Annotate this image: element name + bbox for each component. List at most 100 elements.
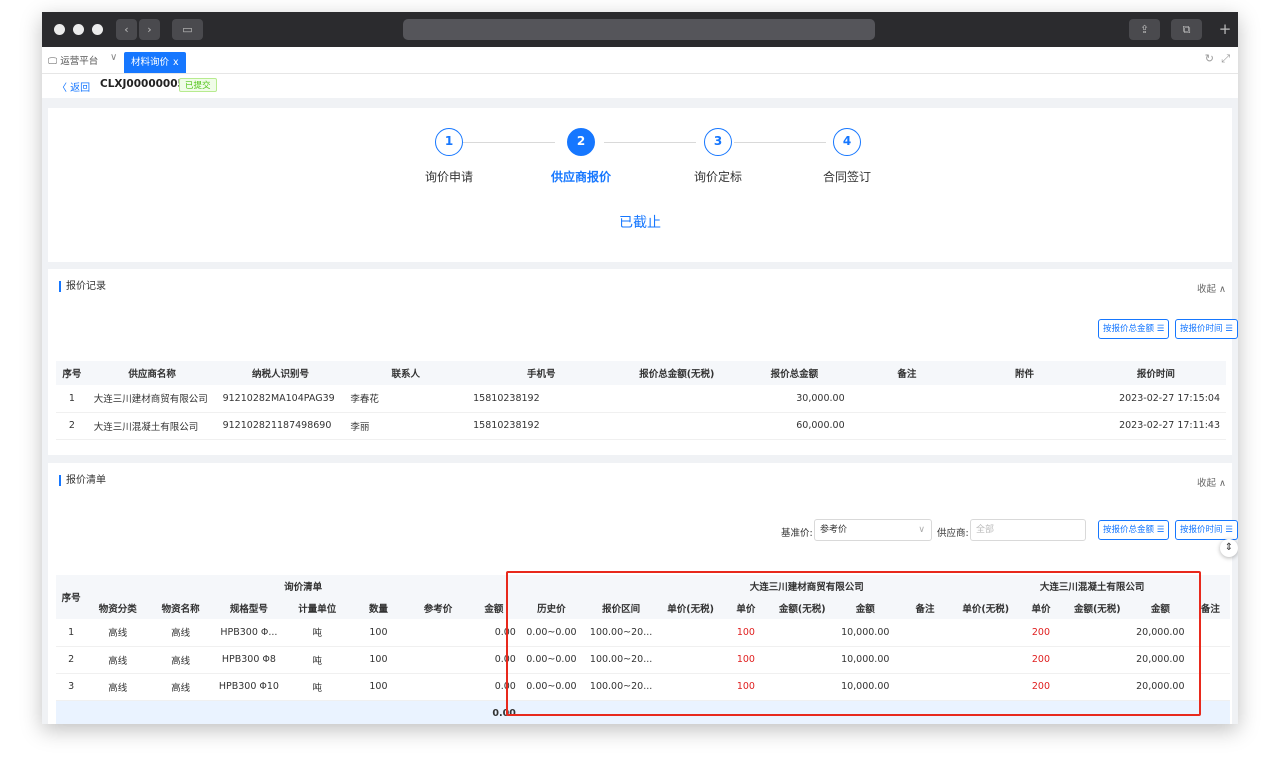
- column-header: 报价总金额: [738, 361, 851, 385]
- cell-note: [1190, 646, 1230, 674]
- column-header: 单价(无税): [659, 597, 723, 619]
- column-header: 物资分类: [86, 597, 150, 619]
- sort-by-time-button[interactable]: 按报价时间 ☰: [1175, 319, 1238, 339]
- scroll-toggle-icon[interactable]: ⇕: [1220, 539, 1238, 557]
- zoom-window-icon[interactable]: [92, 24, 103, 35]
- base-price-label: 基准价:: [781, 528, 813, 539]
- column-header: 数量: [348, 597, 409, 619]
- cell-phone: 15810238192: [467, 412, 616, 440]
- supplier-label: 供应商:: [937, 528, 969, 539]
- column-header: 参考价: [408, 597, 468, 619]
- chevron-down-icon: ∨: [918, 525, 925, 535]
- quote-records-card: 报价记录 收起 ∧ 按报价总金额 ☰ 按报价时间 ☰ 序号 供应商名称 纳税人识…: [48, 269, 1238, 455]
- cell-supplier: 大连三川混凝土有限公司: [87, 412, 217, 440]
- cell-ref-price: [408, 619, 468, 647]
- quote-list-card: 报价清单 收起 ∧ 基准价: 参考价 ∨ 供应商: 全部 按报价总金额 ☰ 按报…: [48, 463, 1238, 724]
- cell-unit-price-no-tax: [659, 673, 723, 701]
- table-row: 1 大连三川建材商贸有限公司 91210282MA104PAG39 李春花 15…: [56, 385, 1226, 413]
- chevron-down-icon[interactable]: ∨: [110, 52, 117, 63]
- column-header: 备注: [850, 361, 964, 385]
- progress-steps: 1 询价申请 2 供应商报价 3 询价定标 4 合同签订 已截止: [48, 108, 1232, 262]
- minimize-window-icon[interactable]: [73, 24, 84, 35]
- sort-by-time-button[interactable]: 按报价时间 ☰: [1175, 520, 1238, 540]
- cell-spec: HPB300 Φ10: [212, 673, 286, 701]
- cell-price-range: 100.00~20...: [582, 673, 660, 701]
- cell-amount: 20,000.00: [1129, 646, 1191, 674]
- cell-amount: 60,000.00: [738, 412, 851, 440]
- quote-list-table: 序号 询价清单 大连三川建材商贸有限公司 大连三川混凝土有限公司 物资分类 物资…: [56, 575, 1230, 724]
- cell-amount-no-tax: [615, 412, 739, 440]
- column-header: 单价(无税): [954, 597, 1018, 619]
- cell-amount: 0.00: [467, 673, 520, 701]
- sort-by-amount-button[interactable]: 按报价总金额 ☰: [1098, 520, 1170, 540]
- cell-attachment: [963, 412, 1086, 440]
- column-header: 备注: [895, 597, 955, 619]
- cell-amount-no-tax: [615, 385, 739, 413]
- cell-amount: 10,000.00: [834, 646, 896, 674]
- column-header: 金额: [467, 597, 520, 619]
- sidebar-icon[interactable]: ▭: [172, 19, 203, 40]
- browser-window: ‹ › ▭ ⇪ ⧉ + 🖵 运营平台 ∨ 材料询价 x ↻ ⤢ 〈 返回 CLXJ…: [42, 12, 1238, 724]
- cell-time: 2023-02-27 17:11:43: [1085, 412, 1226, 440]
- cell-unit-price: 200: [1017, 646, 1065, 674]
- group-header-inquiry: 询价清单: [86, 575, 520, 597]
- supplier-select[interactable]: 全部: [970, 519, 1086, 541]
- share-icon[interactable]: ⇪: [1129, 19, 1160, 40]
- refresh-icon[interactable]: ↻: [1205, 52, 1214, 65]
- step-label: 询价申请: [424, 170, 473, 184]
- cell-unit-price: 100: [722, 619, 770, 647]
- new-tab-button[interactable]: +: [1214, 19, 1236, 40]
- step-number: 3: [704, 128, 732, 156]
- collapse-button[interactable]: 收起 ∧: [1197, 281, 1226, 295]
- cell-spec: HPB300 Φ8: [212, 646, 286, 674]
- address-bar[interactable]: [403, 19, 875, 40]
- chevron-left-icon[interactable]: ‹: [116, 19, 137, 40]
- column-header: 报价时间: [1085, 361, 1226, 385]
- column-header: 金额(无税): [769, 597, 835, 619]
- cell-qty: 100: [348, 646, 409, 674]
- base-price-select[interactable]: 参考价 ∨: [814, 519, 932, 541]
- cell-price-range: 100.00~20...: [582, 619, 660, 647]
- deadline-status: 已截止: [619, 215, 661, 231]
- document-number: CLXJ00000005: [100, 78, 185, 90]
- table-row: 1 高线 高线 HPB300 Φ... 吨 100 0.00 0.00~0.00…: [56, 619, 1230, 647]
- total-amount: 0.00: [467, 700, 520, 724]
- cell-tax-id: 912102821187498690: [216, 412, 345, 440]
- cell-amount: 30,000.00: [738, 385, 851, 413]
- cell-unit-price-no-tax: [954, 619, 1018, 647]
- column-header: 金额(无税): [1064, 597, 1130, 619]
- cell-name: 高线: [149, 673, 213, 701]
- base-price-value: 参考价: [820, 525, 848, 535]
- tab-home[interactable]: 🖵 运营平台: [48, 53, 98, 67]
- cell-unit-price: 100: [722, 646, 770, 674]
- cell-unit: 吨: [285, 646, 349, 674]
- close-window-icon[interactable]: [54, 24, 65, 35]
- close-icon[interactable]: x: [173, 57, 179, 68]
- cell-note: [1190, 673, 1230, 701]
- total-spacer: [56, 700, 468, 724]
- chevron-right-icon[interactable]: ›: [139, 19, 160, 40]
- group-header-blank: [519, 575, 660, 597]
- cell-phone: 15810238192: [467, 385, 616, 413]
- cell-note: [1190, 619, 1230, 647]
- cell-amount-no-tax: [1064, 619, 1130, 647]
- column-header: 单价: [722, 597, 770, 619]
- cell-unit: 吨: [285, 673, 349, 701]
- browser-titlebar: ‹ › ▭ ⇪ ⧉ +: [42, 12, 1238, 47]
- cell-amount: 20,000.00: [1129, 673, 1191, 701]
- collapse-button[interactable]: 收起 ∧: [1197, 475, 1226, 489]
- cell-unit-price-no-tax: [659, 646, 723, 674]
- cell-unit: 吨: [285, 619, 349, 647]
- cell-time: 2023-02-27 17:15:04: [1085, 385, 1226, 413]
- sort-by-amount-button[interactable]: 按报价总金额 ☰: [1098, 319, 1170, 339]
- cell-contact: 李丽: [344, 412, 468, 440]
- fullscreen-icon[interactable]: ⤢: [1221, 52, 1230, 66]
- cell-spec: HPB300 Φ...: [212, 619, 286, 647]
- back-button[interactable]: 〈 返回: [57, 79, 90, 94]
- tab-material-inquiry[interactable]: 材料询价 x: [124, 52, 186, 73]
- cell-note: [850, 412, 964, 440]
- cell-note: [895, 646, 955, 674]
- tabs-icon[interactable]: ⧉: [1171, 19, 1202, 40]
- cell-index: 1: [56, 619, 87, 647]
- cell-amount: 10,000.00: [834, 673, 896, 701]
